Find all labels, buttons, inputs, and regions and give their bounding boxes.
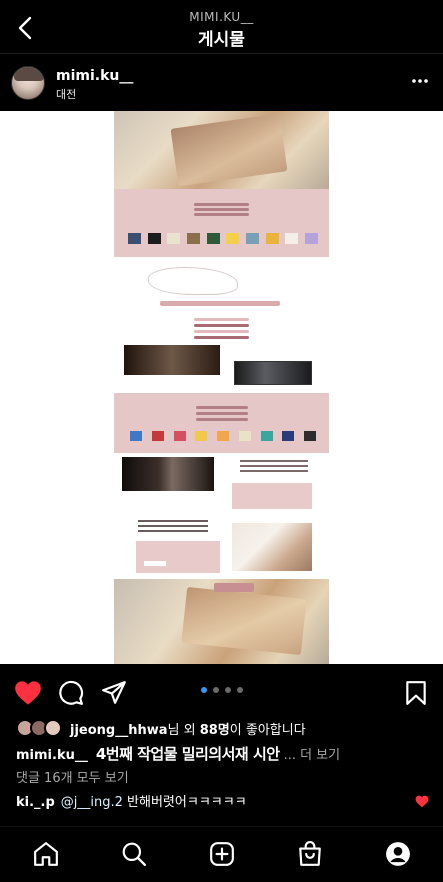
mockup-hero-section: [114, 111, 329, 189]
likes-count[interactable]: 88명: [200, 723, 230, 738]
mockup-book-row: [128, 233, 318, 245]
action-bar: [0, 664, 443, 720]
comment-text: 반해버렷어ㅋㅋㅋㅋㅋ: [122, 795, 247, 810]
page-title: 게시물: [198, 30, 245, 50]
likes-row[interactable]: jjeong__hhwa님 외 88명이 좋아합니다: [16, 718, 436, 738]
likes-middle: 님 외: [167, 723, 200, 738]
bookmark-icon[interactable]: [404, 680, 428, 706]
caption-more-link[interactable]: ... 더 보기: [284, 748, 341, 763]
carousel-dot: [225, 687, 231, 693]
carousel-dot: [213, 687, 219, 693]
mockup-footer-section: [114, 579, 329, 664]
home-icon[interactable]: [33, 841, 59, 867]
carousel-dot-active: [201, 687, 207, 693]
first-liker[interactable]: jjeong__hhwa: [70, 723, 168, 738]
search-icon[interactable]: [121, 841, 147, 867]
carousel-dot: [237, 687, 243, 693]
shop-icon[interactable]: [297, 841, 323, 867]
create-icon[interactable]: [209, 841, 235, 867]
comment-item: ki._.p @j__ing.2 반해버렷어ㅋㅋㅋㅋㅋ: [16, 791, 436, 810]
mockup-intro-section: [114, 257, 329, 393]
profile-icon[interactable]: [385, 841, 411, 867]
post-image[interactable]: [0, 111, 443, 664]
post-header: mimi.ku__ 대전: [0, 55, 443, 111]
comment-icon[interactable]: [58, 680, 84, 706]
heart-icon[interactable]: [14, 680, 42, 706]
avatar[interactable]: [11, 66, 45, 100]
bottom-navigation: [0, 826, 443, 882]
share-icon[interactable]: [101, 680, 127, 706]
carousel-indicator: [201, 687, 243, 695]
post-location[interactable]: 대전: [56, 86, 76, 102]
header-username: MIMI.KU__: [189, 10, 254, 24]
more-options-icon[interactable]: [412, 79, 428, 83]
comment-mention[interactable]: @j__ing.2: [61, 795, 123, 810]
mockup-content-section: [114, 453, 329, 579]
likes-suffix: 이 좋아합니다: [229, 723, 306, 738]
top-bar: MIMI.KU__ 게시물: [0, 0, 443, 54]
mockup-pink-section-2: [114, 393, 329, 453]
comment-username[interactable]: ki._.p: [16, 795, 55, 810]
likes-text: jjeong__hhwa님 외 88명이 좋아합니다: [70, 719, 306, 738]
comment-like-heart-icon[interactable]: [415, 795, 429, 808]
caption-username[interactable]: mimi.ku__: [16, 748, 88, 763]
liker-avatars: [16, 719, 64, 737]
caption-text: 4번째 작업물 밀리의서재 시안: [95, 745, 280, 763]
view-all-comments-link[interactable]: 댓글 16개 모두 보기: [16, 767, 129, 786]
mockup-pink-section: [114, 189, 329, 257]
caption: mimi.ku__ 4번째 작업물 밀리의서재 시안 ... 더 보기: [16, 743, 436, 764]
post-username[interactable]: mimi.ku__: [56, 68, 133, 84]
design-mockup-image: [114, 111, 329, 664]
